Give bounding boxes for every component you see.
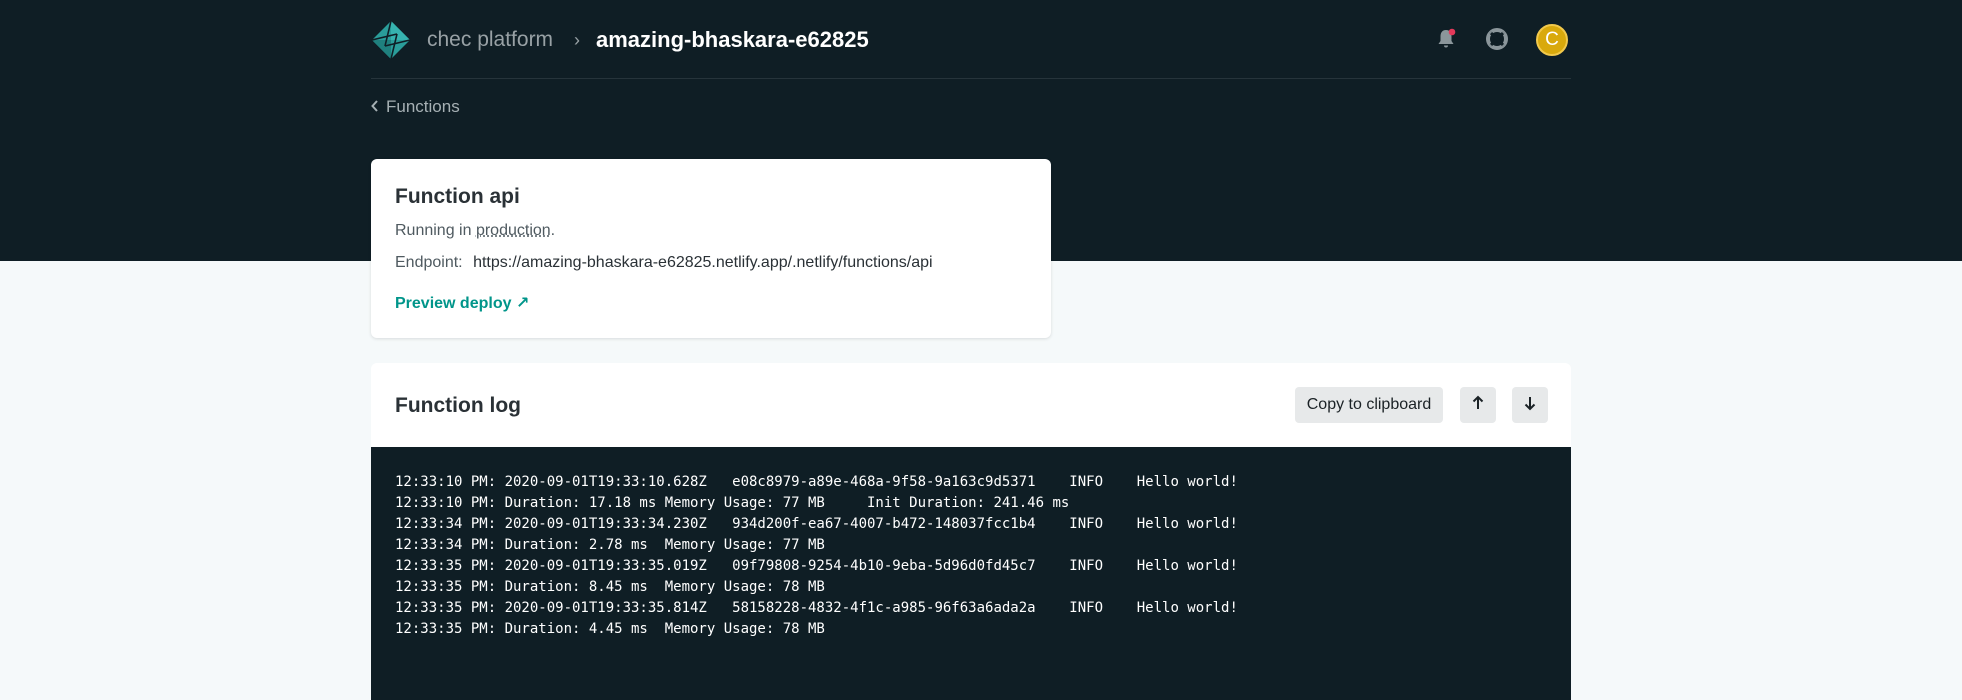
log-line: 12:33:34 PM: Duration: 2.78 ms Memory Us… xyxy=(395,537,825,553)
bell-icon[interactable] xyxy=(1434,27,1458,51)
scroll-up-button[interactable] xyxy=(1460,387,1496,423)
scroll-down-button[interactable] xyxy=(1512,387,1548,423)
preview-deploy-link[interactable]: Preview deploy ↗ xyxy=(395,293,529,313)
endpoint-label: Endpoint: xyxy=(395,254,463,271)
log-line: 12:33:10 PM: Duration: 17.18 ms Memory U… xyxy=(395,495,1070,511)
arrow-up-icon xyxy=(1471,395,1485,416)
log-line: 12:33:35 PM: 2020-09-01T19:33:35.814Z 58… xyxy=(395,600,1238,616)
top-navigation: chec platform › amazing-bhaskara-e62825 … xyxy=(371,0,1571,79)
function-title: Function api xyxy=(395,185,520,208)
log-lines: 12:33:10 PM: 2020-09-01T19:33:10.628Z e0… xyxy=(395,472,1238,640)
function-log-panel: Function log Copy to clipboard 12:33:10 … xyxy=(371,363,1571,700)
team-breadcrumb[interactable]: chec platform xyxy=(427,28,553,52)
log-title: Function log xyxy=(395,394,521,417)
log-line: 12:33:35 PM: Duration: 4.45 ms Memory Us… xyxy=(395,621,825,637)
breadcrumb-separator: › xyxy=(574,30,580,50)
log-line: 12:33:35 PM: 2020-09-01T19:33:35.019Z 09… xyxy=(395,558,1238,574)
back-link-label: Functions xyxy=(386,97,460,116)
function-summary-card: Function api Running in production. Endp… xyxy=(371,159,1051,338)
chevron-left-icon xyxy=(371,97,379,117)
copy-to-clipboard-button[interactable]: Copy to clipboard xyxy=(1295,387,1443,423)
avatar[interactable]: C xyxy=(1536,24,1568,56)
log-console[interactable]: 12:33:10 PM: 2020-09-01T19:33:10.628Z e0… xyxy=(371,447,1571,700)
site-name[interactable]: amazing-bhaskara-e62825 xyxy=(596,27,869,53)
log-line: 12:33:35 PM: Duration: 8.45 ms Memory Us… xyxy=(395,579,825,595)
endpoint-url: https://amazing-bhaskara-e62825.netlify.… xyxy=(473,254,933,271)
running-prefix: Running in xyxy=(395,222,476,239)
log-line: 12:33:10 PM: 2020-09-01T19:33:10.628Z e0… xyxy=(395,474,1238,490)
environment-link[interactable]: production xyxy=(476,222,551,239)
running-suffix: . xyxy=(550,222,556,239)
logo-icon[interactable] xyxy=(371,20,411,60)
arrow-down-icon xyxy=(1523,395,1537,416)
help-icon[interactable] xyxy=(1485,27,1509,51)
running-status: Running in production. xyxy=(395,222,555,240)
endpoint-row: Endpoint: https://amazing-bhaskara-e6282… xyxy=(395,254,933,272)
back-to-functions-link[interactable]: Functions xyxy=(371,97,460,117)
log-line: 12:33:34 PM: 2020-09-01T19:33:34.230Z 93… xyxy=(395,516,1238,532)
